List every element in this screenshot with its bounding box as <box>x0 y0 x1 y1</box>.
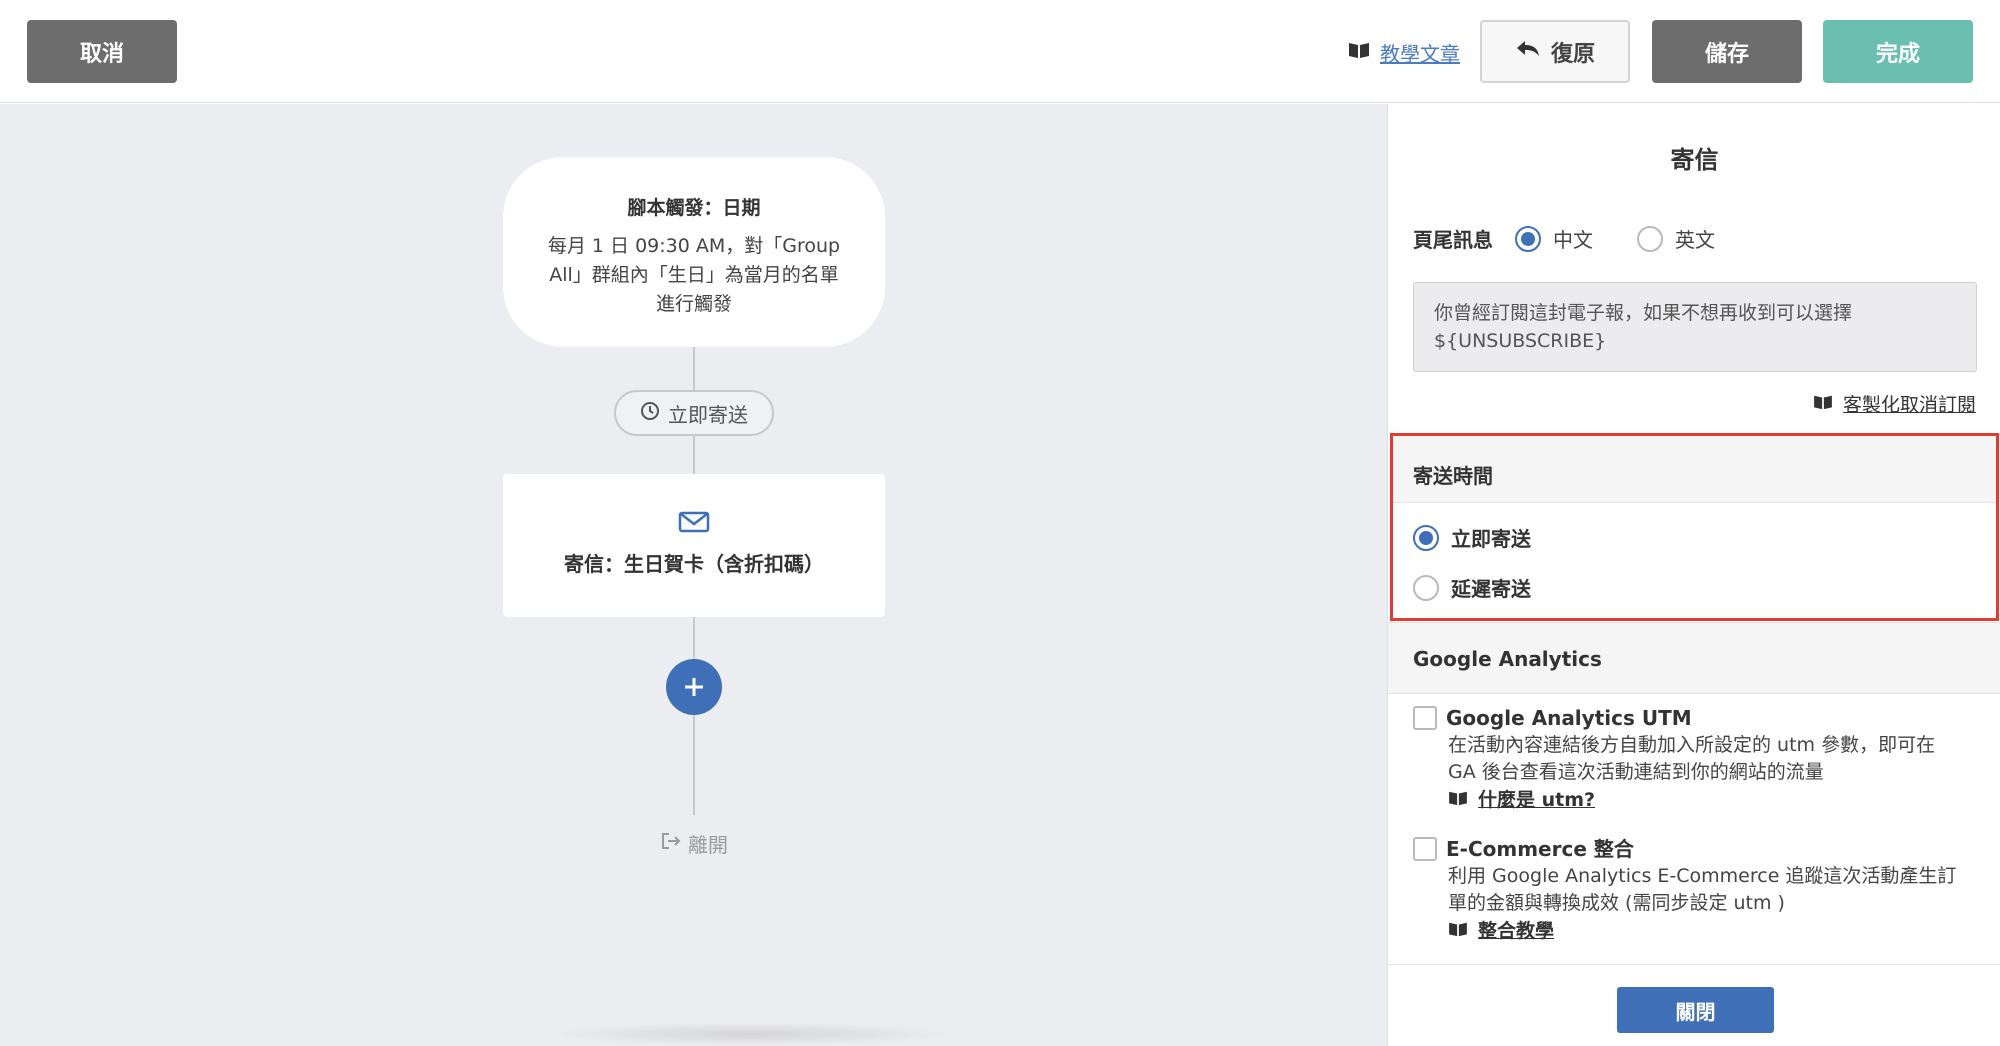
trigger-desc-line: 每月 1 日 09:30 AM，對「Group <box>547 235 841 257</box>
unsubscribe-text-line: 你曾經訂閱這封電子報，如果不想再收到可以選擇 <box>1434 302 1853 324</box>
ga-section-header: Google Analytics <box>1388 622 2000 694</box>
tutorial-link[interactable]: 教學文章 <box>1380 38 1460 67</box>
panel-footer: 關閉 <box>1388 964 2000 1046</box>
cancel-button[interactable]: 取消 <box>27 20 177 83</box>
canvas-shadow <box>540 1022 960 1046</box>
book-icon <box>1813 393 1833 415</box>
radio-button[interactable] <box>1637 225 1663 252</box>
email-node-label: 寄信：生日賀卡（含折扣碼） <box>564 552 824 576</box>
trigger-description: 每月 1 日 09:30 AM，對「Group All」群組內「生日」為當月的名… <box>533 232 855 319</box>
flow-canvas[interactable]: 腳本觸發：日期 每月 1 日 09:30 AM，對「Group All」群組內「… <box>0 104 1387 1046</box>
ga-utm-description: 在活動內容連結後方自動加入所設定的 utm 參數，即可在 GA 後台查看這次活動… <box>1448 732 1983 786</box>
add-step-button[interactable] <box>666 659 722 715</box>
timing-pill[interactable]: 立即寄送 <box>614 390 774 436</box>
top-toolbar: 取消 教學文章 復原 儲存 完成 <box>0 0 2000 103</box>
footer-lang-chinese[interactable]: 中文 <box>1515 224 1593 253</box>
ga-desc-line: 在活動內容連結後方自動加入所設定的 utm 參數，即可在 <box>1448 734 1936 756</box>
connector-line <box>693 715 695 815</box>
trigger-desc-line: All」群組內「生日」為當月的名單 <box>549 264 839 286</box>
ga-ecommerce-description: 利用 Google Analytics E-Commerce 追蹤這次活動產生訂… <box>1448 863 1983 917</box>
ga-utm-title: Google Analytics UTM <box>1446 706 1692 730</box>
undo-button[interactable]: 復原 <box>1480 20 1630 83</box>
envelope-icon <box>678 511 710 538</box>
footer-lang-english[interactable]: 英文 <box>1637 224 1715 253</box>
radio-label: 英文 <box>1675 228 1715 252</box>
unsubscribe-text-field[interactable]: 你曾經訂閱這封電子報，如果不想再收到可以選擇 ${UNSUBSCRIBE} <box>1413 282 1977 372</box>
email-node[interactable]: 寄信：生日賀卡（含折扣碼） <box>503 474 885 617</box>
radio-button[interactable] <box>1515 225 1541 252</box>
connector-line <box>693 436 695 474</box>
ga-ecommerce-option: E-Commerce 整合 利用 Google Analytics E-Comm… <box>1413 835 1983 945</box>
radio-label: 中文 <box>1553 228 1593 252</box>
book-icon <box>1448 917 1468 945</box>
exit-node: 離開 <box>660 829 728 858</box>
footer-info-row: 頁尾訊息 中文 英文 <box>1413 224 1759 253</box>
what-is-utm-link[interactable]: 什麼是 utm? <box>1478 786 1595 814</box>
clock-icon <box>640 401 660 426</box>
ga-utm-option: Google Analytics UTM 在活動內容連結後方自動加入所設定的 u… <box>1413 704 1983 814</box>
ga-desc-line: 單的金額與轉換成效 (需同步設定 utm ) <box>1448 892 1785 914</box>
send-time-highlight <box>1390 433 1999 621</box>
ga-utm-help[interactable]: 什麼是 utm? <box>1448 786 1983 814</box>
undo-arrow-icon <box>1515 39 1541 65</box>
exit-icon <box>660 831 682 856</box>
plus-icon <box>683 669 705 705</box>
custom-unsubscribe-link-group[interactable]: 客製化取消訂閱 <box>1813 390 1976 417</box>
ga-desc-line: 利用 Google Analytics E-Commerce 追蹤這次活動產生訂 <box>1448 865 1957 887</box>
panel-title: 寄信 <box>1670 146 1719 174</box>
ga-ecommerce-help[interactable]: 整合教學 <box>1448 917 1983 945</box>
unsubscribe-text-line: ${UNSUBSCRIBE} <box>1434 330 1607 352</box>
ga-desc-line: GA 後台查看這次活動連結到你的網站的流量 <box>1448 761 1824 783</box>
timing-pill-label: 立即寄送 <box>668 402 748 427</box>
done-button[interactable]: 完成 <box>1823 20 1973 83</box>
connector-line <box>693 617 695 659</box>
trigger-desc-line: 進行觸發 <box>655 293 732 315</box>
ga-utm-checkbox[interactable] <box>1413 706 1437 730</box>
footer-info-label: 頁尾訊息 <box>1413 228 1493 252</box>
ga-ecommerce-checkbox[interactable] <box>1413 837 1437 861</box>
save-button[interactable]: 儲存 <box>1652 20 1802 83</box>
trigger-node[interactable]: 腳本觸發：日期 每月 1 日 09:30 AM，對「Group All」群組內「… <box>503 157 885 347</box>
undo-label: 復原 <box>1550 41 1595 67</box>
trigger-title: 腳本觸發：日期 <box>627 197 761 219</box>
custom-unsubscribe-link[interactable]: 客製化取消訂閱 <box>1843 390 1976 417</box>
tutorial-link-group[interactable]: 教學文章 <box>1348 38 1460 66</box>
connector-line <box>693 347 695 390</box>
close-button[interactable]: 關閉 <box>1617 987 1774 1033</box>
integration-tutorial-link[interactable]: 整合教學 <box>1478 917 1554 945</box>
ga-ecommerce-title: E-Commerce 整合 <box>1446 837 1634 861</box>
book-icon <box>1348 40 1370 64</box>
book-icon <box>1448 786 1468 814</box>
exit-label: 離開 <box>688 833 728 857</box>
settings-panel: 寄信 頁尾訊息 中文 英文 你曾經訂閱這封電子報，如果不想再收到可以選擇 ${U… <box>1387 104 2000 1046</box>
